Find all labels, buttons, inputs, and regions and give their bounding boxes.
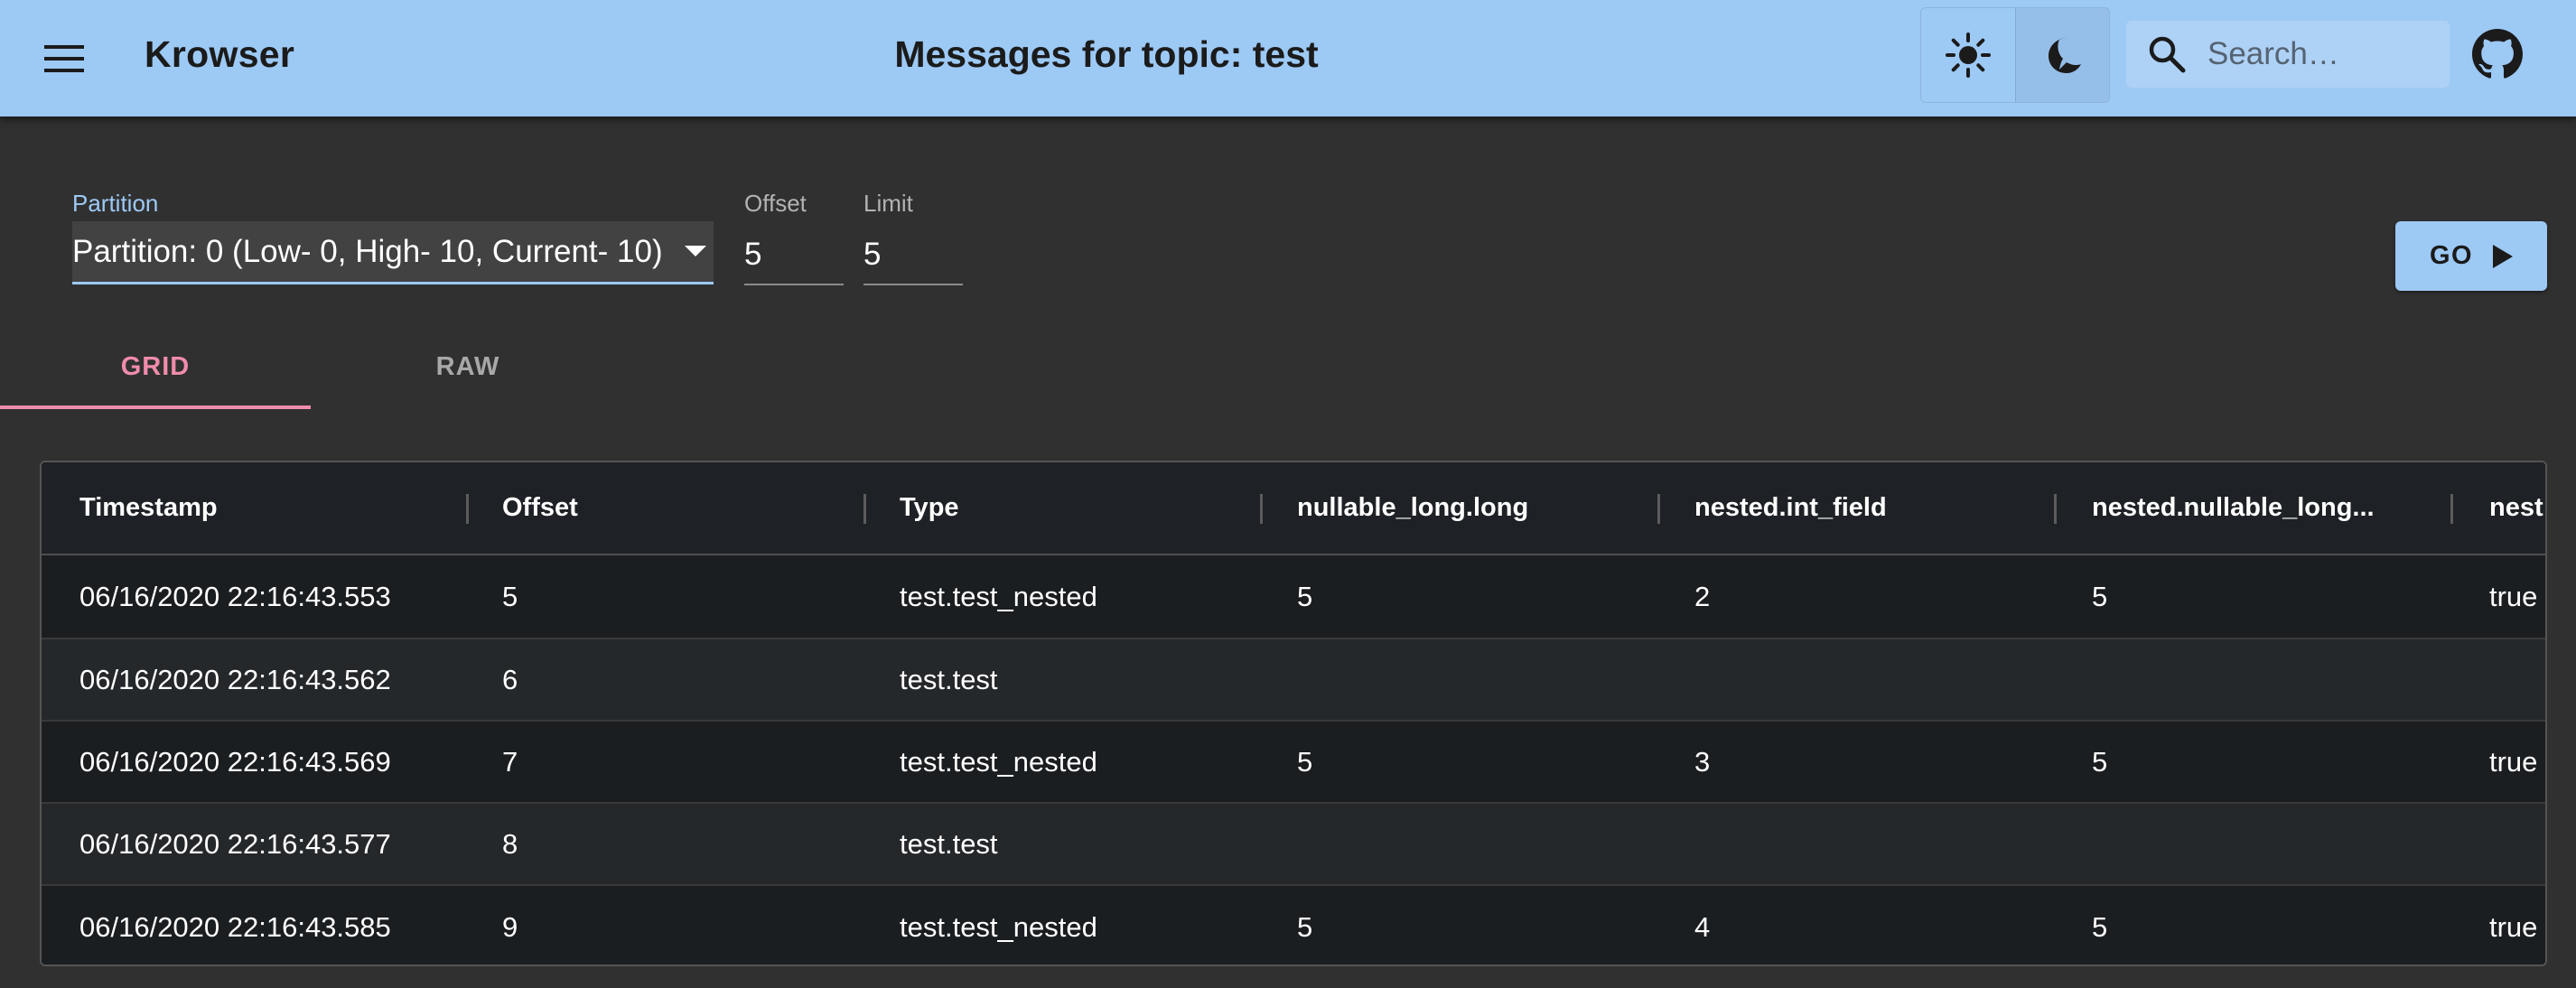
- column-separator[interactable]: [2450, 494, 2453, 524]
- cell-offset: 8: [502, 827, 518, 860]
- table-row[interactable]: 06/16/2020 22:16:43.585 9 test.test_nested…: [42, 886, 2545, 965]
- cell-nested: true: [2489, 745, 2538, 778]
- column-header-nested-nullable-long[interactable]: nested.nullable_long...: [2092, 462, 2417, 554]
- sun-icon: [1946, 33, 1991, 78]
- grid-header: Timestamp Offset Type nullable_long.long…: [42, 462, 2545, 555]
- column-separator[interactable]: [466, 494, 469, 524]
- cell-timestamp: 06/16/2020 22:16:43.577: [79, 827, 391, 860]
- cell-offset: 7: [502, 745, 518, 778]
- cell-nested-int-field: 2: [1694, 580, 1711, 612]
- column-separator[interactable]: [1657, 494, 1660, 524]
- play-icon: [2493, 244, 2514, 268]
- cell-nested: true: [2489, 580, 2538, 612]
- cell-nested-nullable-long: [2092, 804, 2453, 884]
- menu-icon: [44, 45, 84, 72]
- limit-value: 5: [863, 237, 882, 272]
- menu-button[interactable]: [33, 27, 96, 90]
- offset-field[interactable]: 5: [744, 226, 844, 285]
- cell-nested: [2489, 639, 2545, 720]
- search-box: [2126, 21, 2450, 88]
- cell-nested-int-field: 4: [1694, 910, 1711, 943]
- cell-nested-nullable-long: 5: [2092, 910, 2108, 943]
- moon-icon: [2048, 38, 2081, 73]
- cell-nullable-long: [1297, 639, 1658, 720]
- partition-select-value: Partition: 0 (Low- 0, High- 10, Current-…: [72, 233, 663, 269]
- cell-timestamp: 06/16/2020 22:16:43.569: [79, 745, 391, 778]
- column-separator[interactable]: [863, 494, 866, 524]
- cell-nullable-long: 5: [1297, 910, 1313, 943]
- cell-offset: 5: [502, 580, 518, 612]
- cell-timestamp: 06/16/2020 22:16:43.553: [79, 580, 391, 612]
- column-header-timestamp[interactable]: Timestamp: [79, 462, 459, 554]
- column-separator[interactable]: [1260, 494, 1263, 524]
- column-header-type[interactable]: Type: [900, 462, 1261, 554]
- cell-timestamp: 06/16/2020 22:16:43.585: [79, 910, 391, 943]
- column-header-nested-int-field[interactable]: nested.int_field: [1694, 462, 2056, 554]
- tab-indicator: [0, 405, 311, 409]
- table-row[interactable]: 06/16/2020 22:16:43.553 5 test.test_nested…: [42, 555, 2545, 639]
- limit-label: Limit: [863, 190, 913, 217]
- column-separator[interactable]: [2054, 494, 2057, 524]
- search-icon: [2149, 36, 2186, 73]
- cell-nested: [2489, 804, 2545, 884]
- column-header-offset[interactable]: Offset: [502, 462, 863, 554]
- cell-nullable-long: 5: [1297, 580, 1313, 612]
- offset-value: 5: [744, 237, 762, 272]
- tab-raw[interactable]: RAW: [313, 325, 623, 408]
- column-header-nested[interactable]: nest: [2489, 462, 2545, 554]
- limit-field[interactable]: 5: [863, 226, 963, 285]
- theme-toggle: [1920, 7, 2110, 103]
- cell-nested: true: [2489, 910, 2538, 943]
- cell-type: test.test: [900, 663, 998, 695]
- light-theme-button[interactable]: [1921, 8, 2015, 102]
- cell-nested-int-field: [1694, 639, 2056, 720]
- data-grid: Timestamp Offset Type nullable_long.long…: [40, 461, 2547, 966]
- cell-nested-nullable-long: [2092, 639, 2453, 720]
- cell-nested-int-field: [1694, 804, 2056, 884]
- chevron-down-icon: [677, 234, 714, 270]
- table-row[interactable]: 06/16/2020 22:16:43.569 7 test.test_nested…: [42, 722, 2545, 804]
- partition-select[interactable]: Partition: 0 (Low- 0, High- 10, Current-…: [72, 221, 714, 284]
- cell-nested-nullable-long: 5: [2092, 745, 2108, 778]
- column-header-nullable-long[interactable]: nullable_long.long: [1297, 462, 1658, 554]
- dark-theme-button[interactable]: [2015, 8, 2109, 102]
- search-input[interactable]: [2207, 36, 2433, 72]
- tab-grid[interactable]: GRID: [0, 325, 311, 408]
- github-link[interactable]: [2466, 23, 2529, 86]
- app-title: Krowser: [145, 33, 295, 75]
- table-row[interactable]: 06/16/2020 22:16:43.577 8 test.test: [42, 804, 2545, 886]
- offset-label: Offset: [744, 190, 807, 217]
- cell-nullable-long: [1297, 804, 1658, 884]
- go-button[interactable]: GO: [2395, 221, 2547, 291]
- partition-label: Partition: [72, 190, 159, 217]
- cell-timestamp: 06/16/2020 22:16:43.562: [79, 663, 391, 695]
- page-title: Messages for topic: test: [894, 33, 1319, 75]
- search-icon-container: [2126, 21, 2207, 88]
- cell-nested-int-field: 3: [1694, 745, 1711, 778]
- cell-type: test.test_nested: [900, 580, 1097, 612]
- app-bar: Krowser Messages for topic: test: [0, 0, 2576, 117]
- cell-type: test.test: [900, 827, 998, 860]
- cell-offset: 6: [502, 663, 518, 695]
- cell-nullable-long: 5: [1297, 745, 1313, 778]
- cell-type: test.test_nested: [900, 745, 1097, 778]
- cell-type: test.test_nested: [900, 910, 1097, 943]
- cell-offset: 9: [502, 910, 518, 943]
- table-row[interactable]: 06/16/2020 22:16:43.562 6 test.test: [42, 639, 2545, 722]
- github-icon: [2472, 29, 2523, 79]
- cell-nested-nullable-long: 5: [2092, 580, 2108, 612]
- go-button-label: GO: [2429, 241, 2474, 270]
